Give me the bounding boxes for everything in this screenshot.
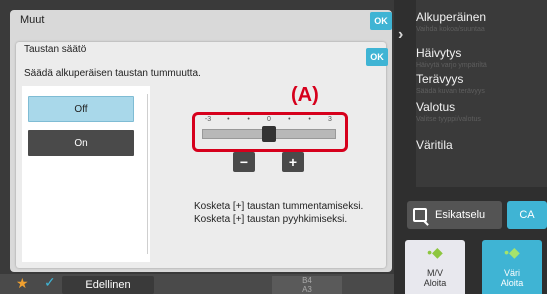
bw-start-line1: M/V bbox=[426, 268, 443, 278]
paper-size-line: B4 bbox=[302, 276, 312, 285]
color-start-button[interactable]: •◆ Väri Aloita bbox=[482, 240, 542, 294]
list-item-subtitle: Häivytä varjo ympäriltä bbox=[416, 62, 487, 69]
background-adjust-description: Säädä alkuperäisen taustan tummuutta. bbox=[24, 68, 201, 79]
list-item-title: Häivytys bbox=[416, 46, 462, 60]
paper-size-indicator: B4 A3 bbox=[272, 276, 342, 294]
color-start-icon: •◆ bbox=[504, 244, 520, 260]
others-ok-button[interactable]: OK bbox=[370, 12, 392, 30]
preview-icon bbox=[413, 208, 427, 222]
option-on-button[interactable]: On bbox=[28, 130, 134, 156]
list-item-exposure[interactable]: Valotus Valitse tyyppi/valotus bbox=[416, 100, 547, 123]
slider-tick-label: -3 bbox=[204, 116, 212, 123]
background-adjust-title: Taustan säätö bbox=[24, 44, 87, 55]
ca-button[interactable]: CA bbox=[507, 201, 547, 229]
color-start-line2: Aloita bbox=[500, 278, 524, 288]
slider-tick-label: 0 bbox=[267, 116, 271, 123]
plus-button[interactable]: + bbox=[282, 152, 304, 172]
list-item-sharpness[interactable]: Terävyys Säädä kuvan terävyys bbox=[416, 72, 547, 95]
preview-label: Esikatselu bbox=[435, 209, 486, 221]
slider-tick-label: • bbox=[227, 116, 230, 123]
list-item-title: Valotus bbox=[416, 100, 456, 114]
list-item-title: Alkuperäinen bbox=[416, 10, 487, 24]
list-item-title: Terävyys bbox=[416, 72, 464, 86]
divider bbox=[147, 94, 148, 254]
color-start-line1: Väri bbox=[503, 268, 520, 278]
list-item-original[interactable]: Alkuperäinen Vaihda kokoa/suuntaa bbox=[416, 10, 547, 33]
minus-button[interactable]: − bbox=[233, 152, 255, 172]
list-item-title: Väritila bbox=[416, 138, 453, 152]
list-item-subtitle: Säädä kuvan terävyys bbox=[416, 88, 485, 95]
bw-start-button[interactable]: •◆ M/V Aloita bbox=[405, 240, 465, 294]
preview-button[interactable]: Esikatselu bbox=[407, 201, 502, 229]
slider-tick-label: • bbox=[308, 116, 311, 123]
option-off-button[interactable]: Off bbox=[28, 96, 134, 122]
list-item-subtitle: Vaihda kokoa/suuntaa bbox=[416, 26, 485, 33]
slider-thumb[interactable] bbox=[262, 126, 276, 142]
options-panel: Off On bbox=[22, 86, 150, 262]
slider-tick-label: 3 bbox=[328, 116, 332, 123]
instruction-line: Kosketa [+] taustan pyyhkimiseksi. bbox=[194, 214, 348, 225]
list-item-fade[interactable]: Häivytys Häivytä varjo ympäriltä bbox=[416, 46, 547, 69]
bw-start-line2: Aloita bbox=[423, 278, 447, 288]
chevron-right-icon[interactable]: › bbox=[398, 26, 403, 44]
bw-start-icon: •◆ bbox=[427, 244, 443, 260]
others-dialog-title: Muut bbox=[20, 14, 45, 26]
slider-tick-label: • bbox=[247, 116, 250, 123]
list-item-color-mode[interactable]: Väritila bbox=[416, 138, 547, 152]
background-adjust-ok-button[interactable]: OK bbox=[366, 48, 388, 66]
callout-label: (A) bbox=[291, 84, 319, 106]
slider-tick-label: • bbox=[288, 116, 291, 123]
check-icon[interactable]: ✓ bbox=[44, 274, 56, 291]
list-item-subtitle: Valitse tyyppi/valotus bbox=[416, 116, 481, 123]
instructions: Kosketa [+] taustan tummentamiseksi. Kos… bbox=[194, 200, 363, 226]
slider-scale: -3 • • 0 • • 3 bbox=[202, 116, 338, 126]
star-icon[interactable]: ★ bbox=[16, 275, 29, 292]
instruction-line: Kosketa [+] taustan tummentamiseksi. bbox=[194, 201, 364, 212]
previous-button[interactable]: Edellinen bbox=[62, 276, 154, 294]
paper-size-line: A3 bbox=[302, 285, 312, 294]
settings-list: Alkuperäinen Vaihda kokoa/suuntaa Häivyt… bbox=[416, 0, 547, 187]
